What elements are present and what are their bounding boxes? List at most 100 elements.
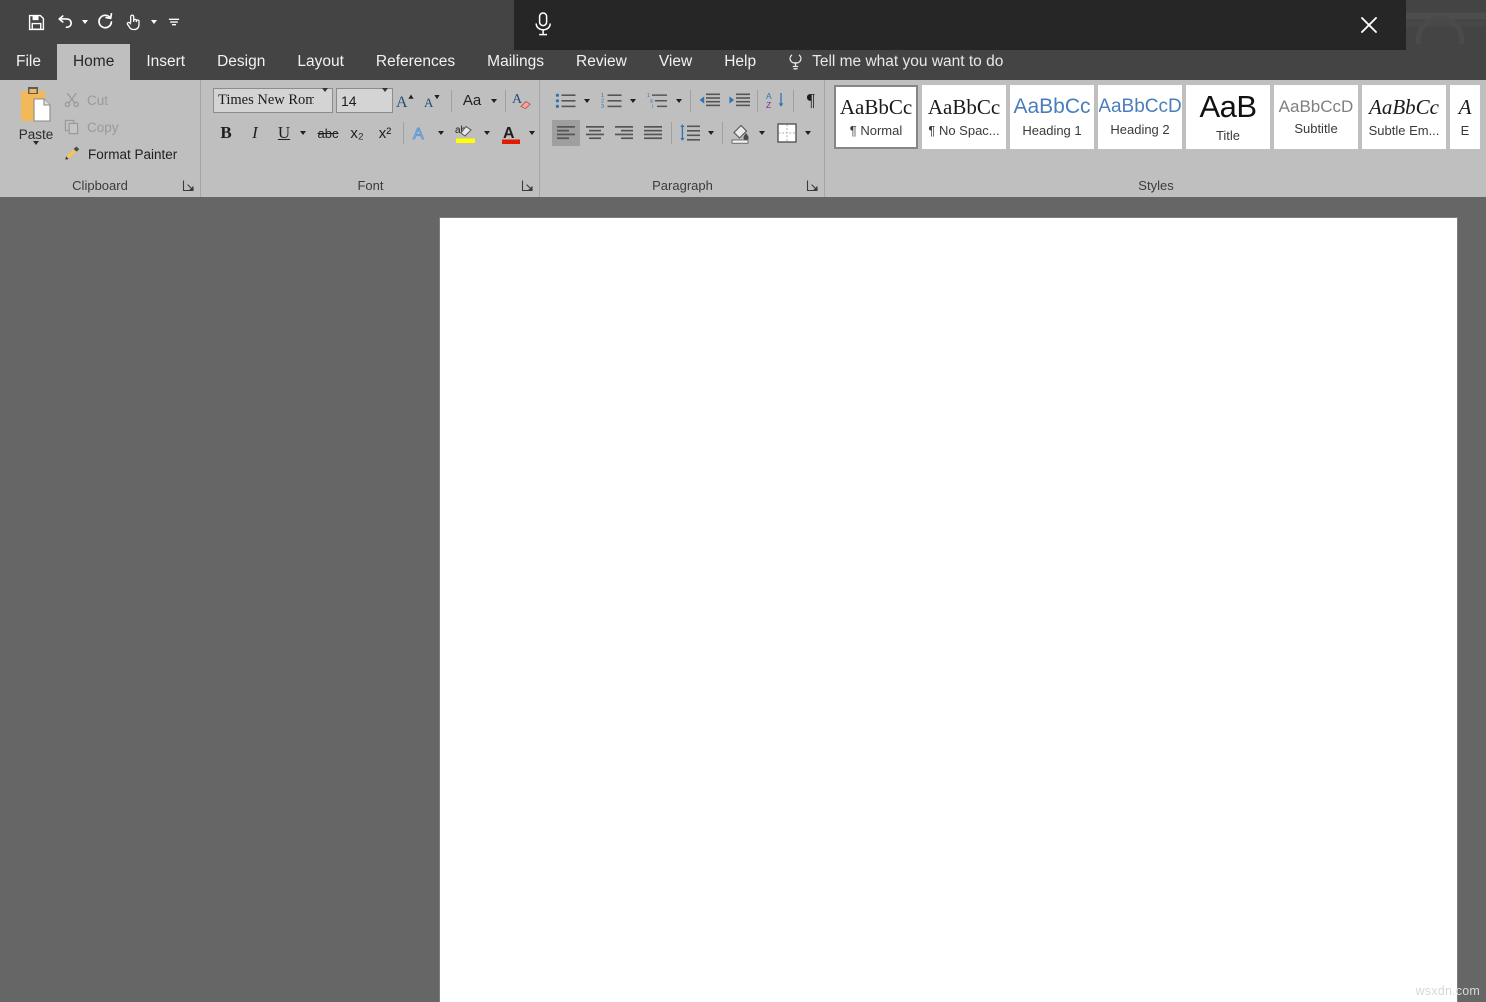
subscript-button[interactable]: x₂: [343, 120, 371, 146]
text-effects-icon: A: [411, 123, 431, 143]
grow-font-icon: A: [396, 91, 418, 110]
font-color-button[interactable]: A: [497, 120, 525, 146]
font-name-caret-icon[interactable]: [322, 92, 328, 110]
cut-label: Cut: [87, 93, 108, 108]
show-formatting-marks-button[interactable]: ¶: [798, 88, 824, 113]
line-spacing-button[interactable]: [676, 120, 704, 146]
grow-font-button[interactable]: A: [394, 88, 420, 113]
tab-label: Help: [724, 53, 756, 71]
redo-button[interactable]: [91, 7, 119, 37]
superscript-button[interactable]: x²: [371, 120, 399, 146]
save-button[interactable]: [22, 7, 50, 37]
font-color-caret-icon[interactable]: [525, 120, 539, 146]
paragraph-separator-2: [757, 90, 758, 112]
sort-button[interactable]: A Z: [762, 88, 790, 113]
paragraph-separator-4: [671, 122, 672, 144]
text-highlight-button[interactable]: ab: [452, 120, 480, 146]
tab-references[interactable]: References: [360, 44, 471, 80]
copy-button[interactable]: Copy: [64, 114, 119, 140]
tab-home[interactable]: Home: [57, 44, 130, 80]
bullets-button[interactable]: [552, 88, 580, 113]
numbering-caret-icon[interactable]: [626, 88, 640, 113]
document-canvas[interactable]: [0, 197, 1486, 1002]
paste-dropdown-caret-icon[interactable]: [33, 145, 39, 163]
format-painter-button[interactable]: Format Painter: [64, 141, 177, 167]
decrease-indent-icon: [698, 92, 721, 110]
highlight-caret-icon[interactable]: [480, 120, 494, 146]
strikethrough-button[interactable]: abc: [313, 120, 343, 146]
italic-button[interactable]: I: [242, 120, 268, 146]
style-preview: AaBbCcD: [1098, 97, 1181, 117]
style-item-title[interactable]: AaB Title: [1186, 85, 1270, 149]
style-item-normal[interactable]: AaBbCc ¶ Normal: [834, 85, 918, 149]
shading-icon: [730, 122, 752, 144]
paragraph-dialog-launcher[interactable]: [806, 179, 819, 192]
font-dialog-launcher[interactable]: [521, 179, 534, 192]
tab-design[interactable]: Design: [201, 44, 281, 80]
style-item-emphasis[interactable]: A E: [1450, 85, 1480, 149]
style-item-subtitle[interactable]: AaBbCcD Subtitle: [1274, 85, 1358, 149]
pilcrow-icon: ¶: [807, 90, 815, 111]
align-right-icon: [614, 125, 634, 141]
change-case-button[interactable]: Aa: [457, 88, 487, 113]
decrease-indent-button[interactable]: [695, 88, 723, 113]
shading-caret-icon[interactable]: [755, 120, 769, 146]
font-name-combobox[interactable]: [213, 88, 333, 113]
font-size-caret-icon[interactable]: [382, 92, 388, 110]
group-label-clipboard: Clipboard: [0, 178, 200, 193]
touch-mode-button[interactable]: [119, 7, 147, 37]
increase-indent-button[interactable]: [725, 88, 753, 113]
underline-button[interactable]: U: [271, 120, 297, 146]
multilevel-list-caret-icon[interactable]: [672, 88, 686, 113]
borders-caret-icon[interactable]: [801, 120, 815, 146]
style-item-no-spacing[interactable]: AaBbCc ¶ No Spac...: [922, 85, 1006, 149]
style-item-subtle-emphasis[interactable]: AaBbCc Subtle Em...: [1362, 85, 1446, 149]
text-effects-button[interactable]: A: [408, 120, 434, 146]
touch-mode-dropdown-caret-icon[interactable]: [147, 7, 160, 37]
undo-button[interactable]: [50, 7, 78, 37]
close-icon[interactable]: [1352, 8, 1386, 42]
underline-caret-icon[interactable]: [296, 120, 310, 146]
customize-toolbar-icon[interactable]: [160, 7, 188, 37]
style-item-heading-2[interactable]: AaBbCcD Heading 2: [1098, 85, 1182, 149]
style-name: ¶ Normal: [850, 123, 903, 138]
numbering-button[interactable]: 1 2 3: [598, 88, 626, 113]
line-spacing-caret-icon[interactable]: [704, 120, 718, 146]
document-page[interactable]: [440, 218, 1457, 1002]
paste-button[interactable]: Paste: [9, 85, 63, 177]
shading-button[interactable]: [727, 120, 755, 146]
font-size-input[interactable]: [337, 93, 371, 109]
text-effects-caret-icon[interactable]: [434, 120, 448, 146]
svg-text:A: A: [424, 95, 434, 110]
align-center-button[interactable]: [581, 120, 609, 146]
style-item-heading-1[interactable]: AaBbCc Heading 1: [1010, 85, 1094, 149]
lightbulb-icon: [788, 53, 803, 71]
cut-button[interactable]: Cut: [64, 87, 108, 113]
tab-insert[interactable]: Insert: [130, 44, 201, 80]
paragraph-separator-3: [793, 90, 794, 112]
change-case-label: Aa: [463, 92, 481, 109]
tab-layout[interactable]: Layout: [281, 44, 360, 80]
font-name-input[interactable]: [214, 92, 314, 109]
ribbon-group-clipboard: Paste Cut Copy: [0, 80, 201, 197]
style-name: Heading 1: [1022, 123, 1081, 138]
change-case-caret-icon[interactable]: [487, 88, 501, 113]
justify-button[interactable]: [639, 120, 667, 146]
bold-button[interactable]: B: [213, 120, 239, 146]
clear-formatting-button[interactable]: A: [510, 88, 536, 113]
font-size-combobox[interactable]: [336, 88, 393, 113]
bullets-caret-icon[interactable]: [580, 88, 594, 113]
clipboard-dialog-launcher[interactable]: [182, 179, 195, 192]
align-right-button[interactable]: [610, 120, 638, 146]
ribbon-group-paragraph: 1 2 3 1 a i: [541, 80, 825, 197]
tab-file[interactable]: File: [0, 44, 57, 80]
style-preview: AaBbCc: [928, 96, 1000, 118]
microphone-icon[interactable]: [532, 11, 554, 39]
style-name: Subtle Em...: [1369, 123, 1440, 138]
superscript-label: x²: [379, 125, 392, 142]
shrink-font-button[interactable]: A: [421, 88, 447, 113]
align-left-button[interactable]: [552, 120, 580, 146]
multilevel-list-button[interactable]: 1 a i: [644, 88, 672, 113]
borders-button[interactable]: [773, 120, 801, 146]
undo-dropdown-caret-icon[interactable]: [78, 7, 91, 37]
